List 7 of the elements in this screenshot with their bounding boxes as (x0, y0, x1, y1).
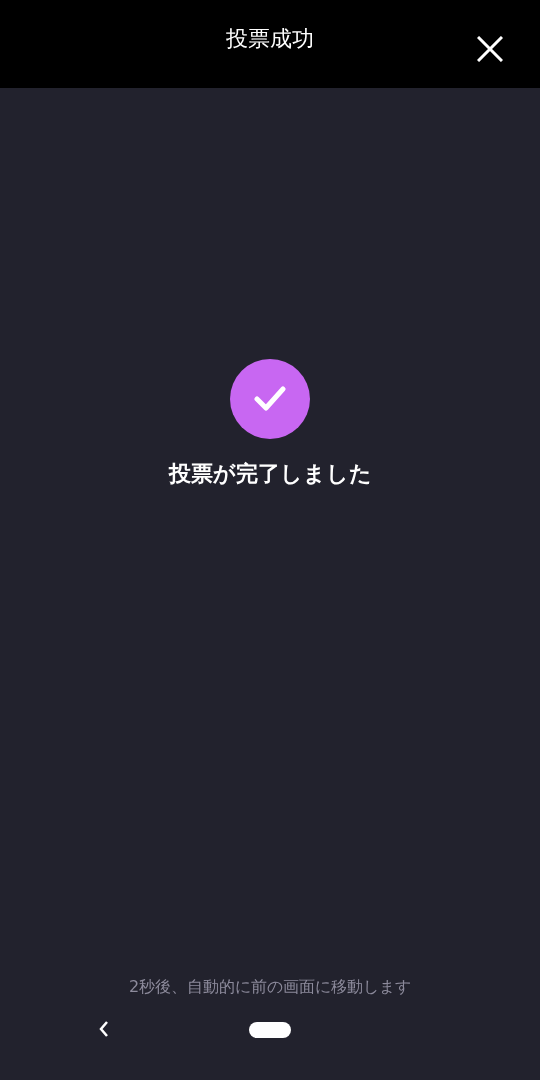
close-icon[interactable] (477, 36, 503, 62)
home-pill[interactable] (249, 1022, 291, 1038)
back-icon[interactable] (98, 1020, 110, 1038)
completion-message: 投票が完了しました (168, 460, 372, 488)
check-circle-icon (230, 359, 310, 439)
screen-title: 投票成功 (226, 25, 314, 53)
redirect-notice: 2秒後、自動的に前の画面に移動します (128, 977, 412, 998)
